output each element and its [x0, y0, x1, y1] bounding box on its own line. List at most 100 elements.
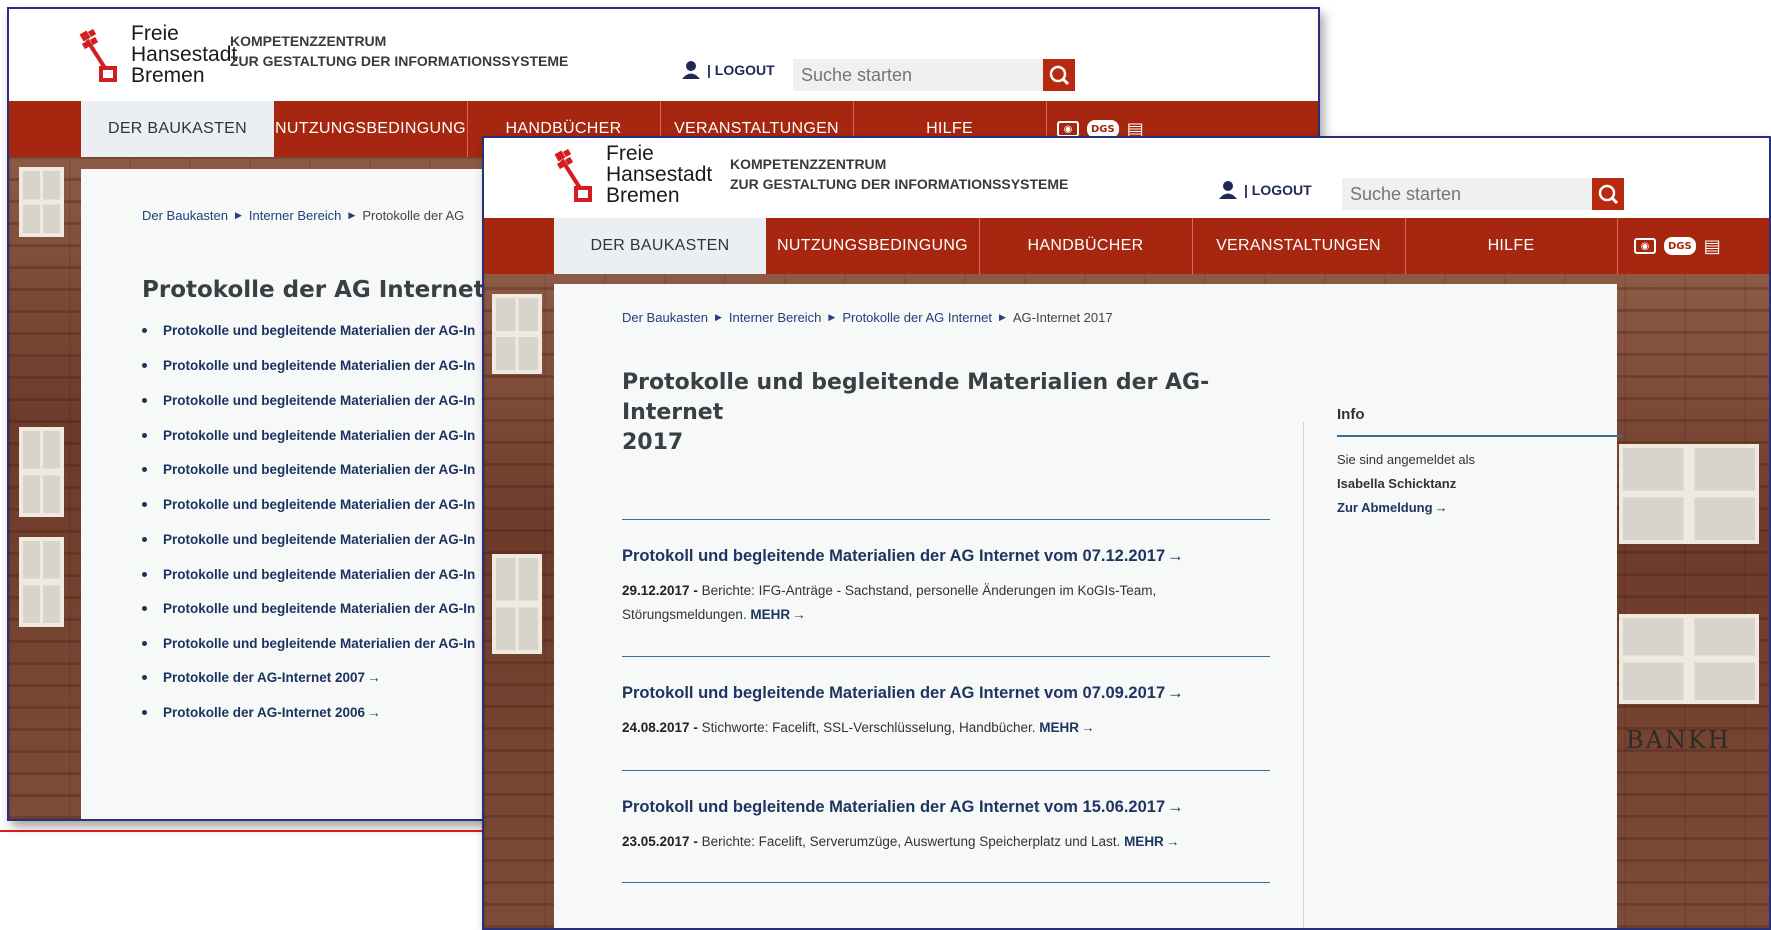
page-title-line: 2017	[622, 430, 684, 455]
search-button[interactable]	[1043, 59, 1075, 91]
more-link[interactable]: MEHR →	[1124, 834, 1179, 849]
article-title-link[interactable]: Protokoll und begleitende Materialien de…	[622, 547, 1184, 566]
arrow-right-icon: →	[1167, 798, 1184, 816]
logout-sidebar-link[interactable]: Zur Abmeldung →	[1337, 496, 1475, 520]
nav-item-handbuecher[interactable]: HANDBÜCHER	[979, 218, 1193, 274]
list-item[interactable]: Protokolle und begleitende Materialien d…	[142, 567, 475, 582]
user-icon	[1218, 180, 1238, 200]
bremen-key-icon	[79, 28, 125, 82]
bullet	[142, 641, 147, 646]
divider	[622, 519, 1270, 520]
front-browser-window: Freie Hansestadt Bremen KOMPETENZZENTRUM…	[482, 136, 1771, 930]
more-link[interactable]: MEHR →	[750, 607, 805, 622]
breadcrumb-link[interactable]: Protokolle der AG Internet	[842, 310, 992, 325]
search-box	[1342, 178, 1624, 210]
nav-item-hilfe[interactable]: HILFE	[1405, 218, 1618, 274]
breadcrumb: Der Baukasten ▶ Interner Bereich ▶ Protoko…	[622, 310, 1113, 325]
eye-icon[interactable]: ◉	[1634, 238, 1656, 254]
more-label: MEHR	[1039, 720, 1080, 735]
kompetenz-line: ZUR GESTALTUNG DER INFORMATIONSSYSTEME	[230, 53, 569, 69]
bullet	[142, 710, 147, 715]
user-name: Isabella Schicktanz	[1337, 476, 1457, 491]
logout-label: | LOGOUT	[1244, 182, 1312, 198]
arrow-right-icon: →	[1081, 720, 1095, 735]
list-item[interactable]: Protokolle und begleitende Materialien d…	[142, 393, 475, 408]
more-link[interactable]: MEHR →	[1039, 720, 1094, 735]
page-title-line: Protokolle und begleitende Materialien d…	[622, 370, 1210, 425]
article-text: Berichte: IFG-Anträge - Sachstand, perso…	[701, 583, 1157, 598]
breadcrumb: Der Baukasten ▶ Interner Bereich ▶ Protoko…	[142, 208, 464, 223]
search-button[interactable]	[1592, 178, 1624, 210]
nav-item-baukasten[interactable]: DER BAUKASTEN	[554, 218, 766, 274]
article-title-link[interactable]: Protokoll und begleitende Materialien de…	[622, 798, 1184, 817]
logout-link[interactable]: | LOGOUT	[681, 60, 775, 80]
list-item-label: Protokolle und begleitende Materialien d…	[163, 497, 476, 512]
nav-item-baukasten[interactable]: DER BAUKASTEN	[81, 101, 274, 157]
bullet	[142, 328, 147, 333]
site-header: Freie Hansestadt Bremen KOMPETENZZENTRUM…	[484, 138, 1769, 218]
easy-language-icon[interactable]: ▤	[1704, 236, 1721, 257]
site-logo[interactable]: Freie Hansestadt Bremen	[79, 23, 237, 86]
breadcrumb-link[interactable]: Der Baukasten	[142, 208, 228, 223]
list-item[interactable]: Protokolle und begleitende Materialien d…	[142, 636, 475, 651]
logout-sidebar-label: Zur Abmeldung	[1337, 500, 1433, 515]
search-input[interactable]	[793, 59, 1043, 91]
arrow-right-icon: →	[1167, 547, 1184, 565]
nav-label: NUTZUNGSBEDINGUNG	[275, 120, 466, 137]
list-item[interactable]: Protokolle der AG-Internet 2007 →	[142, 670, 381, 685]
list-item[interactable]: Protokolle und begleitende Materialien d…	[142, 601, 475, 616]
arrow-right-icon: →	[1434, 500, 1448, 515]
article-title-text: Protokoll und begleitende Materialien de…	[622, 798, 1166, 816]
search-icon	[1598, 184, 1619, 205]
bullet	[142, 433, 147, 438]
site-logo[interactable]: Freie Hansestadt Bremen	[554, 143, 712, 206]
list-item[interactable]: Protokolle und begleitende Materialien d…	[142, 462, 475, 477]
search-input[interactable]	[1342, 178, 1592, 210]
list-item[interactable]: Protokolle und begleitende Materialien d…	[142, 497, 475, 512]
breadcrumb-current: AG-Internet 2017	[1012, 310, 1113, 325]
list-item[interactable]: Protokolle der AG-Internet 2006 →	[142, 705, 381, 720]
breadcrumb-link[interactable]: Interner Bereich	[729, 310, 822, 325]
list-item[interactable]: Protokolle und begleitende Materialien d…	[142, 358, 475, 373]
nav-label: VERANSTALTUNGEN	[1216, 237, 1381, 254]
kompetenz-line: KOMPETENZZENTRUM	[730, 156, 887, 172]
list-item-label: Protokolle und begleitende Materialien d…	[163, 358, 476, 373]
logo-line: Hansestadt	[131, 43, 238, 66]
search-box	[793, 59, 1075, 91]
breadcrumb-link[interactable]: Interner Bereich	[249, 208, 342, 223]
building-window	[1619, 444, 1759, 544]
search-icon	[1049, 65, 1070, 86]
list-item-label: Protokolle und begleitende Materialien d…	[163, 567, 476, 582]
list-item[interactable]: Protokolle und begleitende Materialien d…	[142, 532, 475, 547]
sign-language-icon[interactable]: DGS	[1664, 237, 1696, 255]
bremen-key-icon	[554, 148, 600, 202]
nav-label: NUTZUNGSBEDINGUNG	[777, 237, 968, 254]
article-title-text: Protokoll und begleitende Materialien de…	[622, 684, 1166, 702]
nav-item-veranstaltungen[interactable]: VERANSTALTUNGEN	[1192, 218, 1406, 274]
sidebar-divider	[1303, 422, 1304, 928]
bullet	[142, 398, 147, 403]
nav-item-nutzungsbedingung[interactable]: NUTZUNGSBEDINGUNG	[766, 218, 980, 274]
eye-icon[interactable]: ◉	[1057, 121, 1079, 137]
nav-label: DER BAUKASTEN	[590, 237, 730, 254]
bullet	[142, 675, 147, 680]
breadcrumb-link[interactable]: Protokolle der AG	[362, 208, 464, 223]
logo-line: Bremen	[606, 184, 680, 207]
breadcrumb-link[interactable]: Der Baukasten	[622, 310, 708, 325]
bullet	[142, 572, 147, 577]
decorative-line	[0, 830, 500, 832]
nav-item-nutzungsbedingung[interactable]: NUTZUNGSBEDINGUNG	[274, 101, 468, 157]
nav-label: HANDBÜCHER	[1027, 237, 1144, 254]
list-item[interactable]: Protokolle und begleitende Materialien d…	[142, 428, 475, 443]
list-item[interactable]: Protokolle und begleitende Materialien d…	[142, 323, 475, 338]
article-title-link[interactable]: Protokoll und begleitende Materialien de…	[622, 684, 1184, 703]
kompetenz-title: KOMPETENZZENTRUM ZUR GESTALTUNG DER INFO…	[730, 154, 1068, 194]
arrow-right-icon: →	[792, 607, 806, 622]
accessibility-icons: ◉ DGS ▤	[1634, 218, 1721, 274]
bullet	[142, 363, 147, 368]
list-item-label: Protokolle und begleitende Materialien d…	[163, 462, 476, 477]
logout-link[interactable]: | LOGOUT	[1218, 180, 1312, 200]
info-box: Sie sind angemeldet als Isabella Schickt…	[1337, 448, 1475, 520]
building-window	[1619, 614, 1759, 704]
breadcrumb-separator-icon: ▶	[998, 312, 1006, 322]
